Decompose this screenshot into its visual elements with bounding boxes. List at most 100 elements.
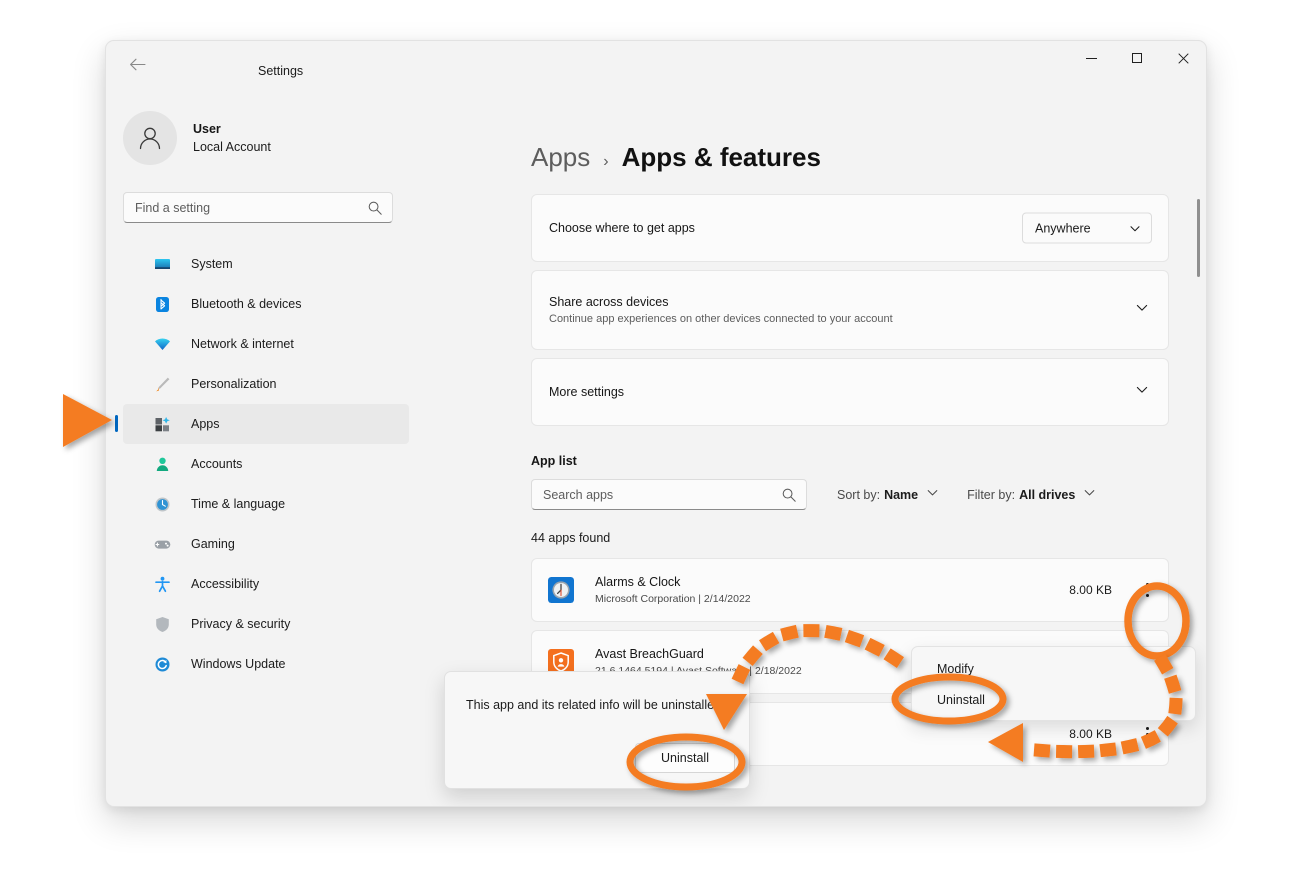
card-title: Share across devices [549, 295, 669, 309]
update-refresh-icon [153, 655, 171, 673]
card-share-across-devices[interactable]: Share across devices Continue app experi… [531, 270, 1169, 350]
card-text-block: Share across devices Continue app experi… [549, 295, 893, 325]
account-text: User Local Account [193, 120, 271, 156]
breadcrumb: Apps › Apps & features [531, 142, 1206, 173]
card-title: More settings [549, 385, 625, 399]
sidebar-item-label: Gaming [191, 537, 235, 551]
close-button[interactable] [1160, 41, 1206, 75]
back-arrow-icon [129, 58, 146, 70]
sort-by-dropdown[interactable]: Sort by: Name [837, 486, 939, 504]
back-button[interactable] [123, 51, 151, 77]
maximize-icon [1132, 53, 1142, 63]
app-size: 8.00 KB [1069, 583, 1112, 597]
account-type: Local Account [193, 140, 271, 154]
alarms-clock-app-icon [548, 577, 574, 603]
sidebar-item-personalization[interactable]: Personalization [123, 364, 409, 404]
person-avatar-icon [139, 127, 161, 150]
sidebar-nav: System Bluetooth & devices Network & int… [106, 244, 421, 684]
bluetooth-icon [153, 295, 171, 313]
title-bar: Settings [106, 41, 1206, 87]
menu-item-label: Uninstall [937, 692, 985, 707]
search-icon [367, 200, 383, 221]
sidebar-item-label: Bluetooth & devices [191, 297, 302, 311]
confirm-uninstall-button[interactable]: Uninstall [635, 743, 735, 773]
avatar [123, 111, 177, 165]
gamepad-icon [153, 535, 171, 553]
person-icon [153, 455, 171, 473]
breadcrumb-parent[interactable]: Apps [531, 142, 590, 173]
sidebar-item-network-internet[interactable]: Network & internet [123, 324, 409, 364]
sidebar-item-time-language[interactable]: Time & language [123, 484, 409, 524]
window-title: Settings [258, 64, 304, 78]
settings-window: Settings User Local Account Find a setti… [105, 40, 1207, 807]
breadcrumb-separator: › [603, 153, 609, 170]
close-icon [1177, 52, 1189, 64]
expand-chevron-icon[interactable] [1135, 383, 1149, 402]
menu-item-label: Modify [937, 661, 974, 676]
page-title: Apps & features [621, 142, 821, 172]
sidebar-item-apps[interactable]: Apps [115, 404, 409, 444]
maximize-button[interactable] [1114, 41, 1160, 75]
sidebar-item-label: System [191, 257, 233, 271]
accessibility-person-icon [153, 575, 171, 593]
settings-cards: Choose where to get apps Anywhere Share … [531, 194, 1169, 426]
card-more-settings[interactable]: More settings [531, 358, 1169, 426]
app-search-placeholder: Search apps [543, 487, 614, 502]
sidebar-item-system[interactable]: System [123, 244, 409, 284]
filter-by-dropdown[interactable]: Filter by: All drives [967, 486, 1096, 504]
app-list-filters: Search apps Sort by: Name Filter by: All… [531, 479, 1206, 510]
app-list-heading: App list [531, 454, 577, 468]
card-choose-where-to-get-apps[interactable]: Choose where to get apps Anywhere [531, 194, 1169, 262]
sidebar-item-label: Network & internet [191, 337, 294, 351]
filter-by-label: Filter by: [967, 487, 1016, 502]
sort-by-value: Name [884, 487, 919, 502]
kebab-menu-icon[interactable] [1146, 727, 1149, 741]
app-detail: Microsoft Corporation | 2/14/2022 [595, 592, 751, 605]
confirm-uninstall-label: Uninstall [661, 751, 709, 765]
sidebar-item-label: Windows Update [191, 657, 286, 671]
sidebar-item-accessibility[interactable]: Accessibility [123, 564, 409, 604]
app-name: Avast BreachGuard [595, 646, 704, 661]
sidebar-item-windows-update[interactable]: Windows Update [123, 644, 409, 684]
dropdown-value: Anywhere [1035, 221, 1091, 235]
app-name: Alarms & Clock [595, 574, 681, 589]
card-title: Choose where to get apps [549, 221, 695, 235]
chevron-down-icon [926, 486, 939, 504]
account-name: User [193, 121, 221, 136]
scrollbar-thumb[interactable] [1197, 199, 1200, 277]
monitor-icon [153, 255, 171, 273]
shield-icon [153, 615, 171, 633]
expand-chevron-icon[interactable] [1135, 301, 1149, 320]
sort-by-label: Sort by: [837, 487, 881, 502]
window-controls [1068, 41, 1206, 75]
sidebar-item-accounts[interactable]: Accounts [123, 444, 409, 484]
account-block[interactable]: User Local Account [123, 111, 421, 165]
app-meta: Alarms & Clock Microsoft Corporation | 2… [595, 573, 751, 608]
sidebar-item-privacy-security[interactable]: Privacy & security [123, 604, 409, 644]
sidebar-item-label: Apps [191, 417, 220, 431]
sidebar-item-label: Accounts [191, 457, 243, 471]
apps-found-count: 44 apps found [531, 531, 611, 545]
search-icon [781, 487, 797, 508]
minimize-button[interactable] [1068, 41, 1114, 75]
screenshot-root: Settings User Local Account Find a setti… [0, 0, 1297, 880]
apps-grid-icon [153, 415, 171, 433]
sidebar-item-label: Time & language [191, 497, 286, 511]
table-row[interactable]: Alarms & Clock Microsoft Corporation | 2… [531, 558, 1169, 622]
card-subtitle: Continue app experiences on other device… [549, 313, 893, 325]
chevron-down-icon [1083, 486, 1096, 504]
menu-item-modify[interactable]: Modify [912, 653, 1195, 684]
sidebar-item-label: Personalization [191, 377, 277, 391]
clock-globe-icon [153, 495, 171, 513]
sidebar-item-bluetooth-devices[interactable]: Bluetooth & devices [123, 284, 409, 324]
sidebar-item-label: Accessibility [191, 577, 260, 591]
get-apps-dropdown[interactable]: Anywhere [1022, 212, 1152, 244]
kebab-menu-icon[interactable] [1146, 583, 1149, 597]
menu-item-uninstall[interactable]: Uninstall [912, 684, 1195, 715]
sidebar: User Local Account Find a setting System… [106, 87, 421, 806]
app-search-input[interactable]: Search apps [531, 479, 807, 510]
sidebar-item-gaming[interactable]: Gaming [123, 524, 409, 564]
confirm-message: This app and its related info will be un… [466, 698, 725, 712]
settings-search-input[interactable]: Find a setting [123, 192, 393, 223]
app-context-menu: Modify Uninstall [911, 646, 1196, 721]
